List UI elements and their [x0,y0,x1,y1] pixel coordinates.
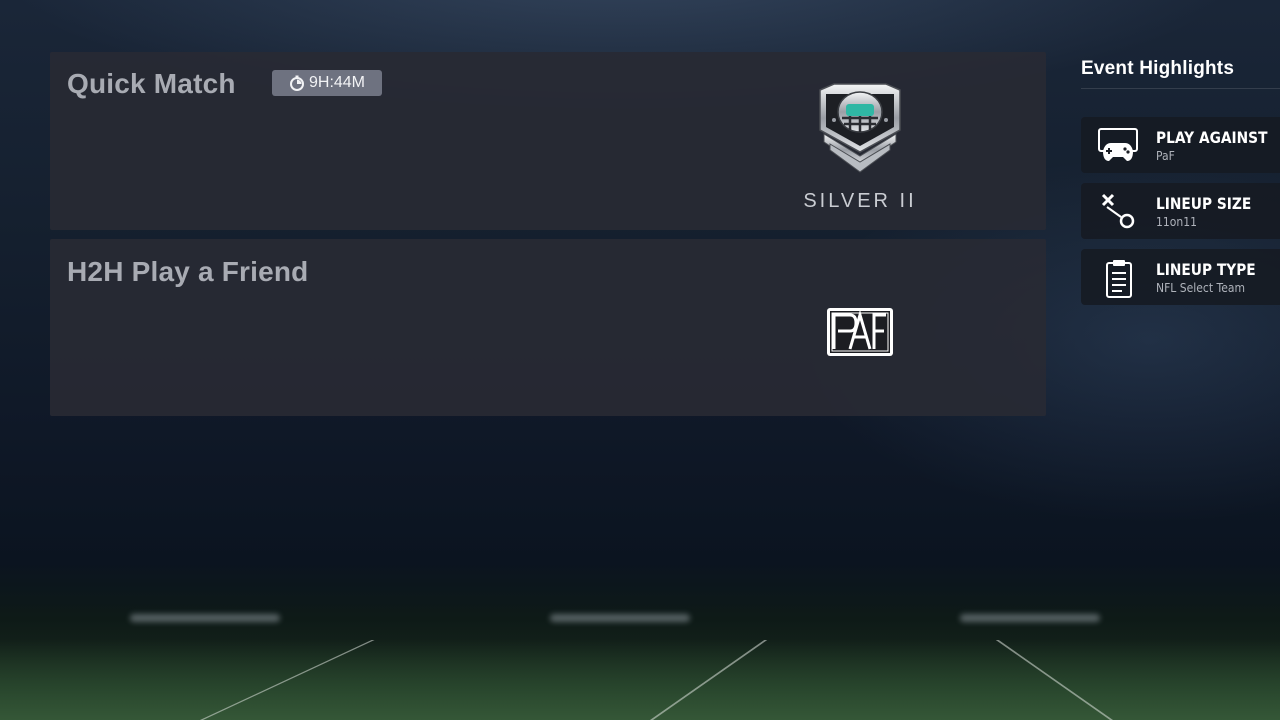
paf-logo-icon [827,308,893,356]
rank-label: SILVER II [803,190,917,212]
stopwatch-icon [289,75,304,91]
x-o-play-icon [1101,193,1135,229]
timer-badge: 9H:44M [272,70,382,96]
highlight-value: PaF [1156,149,1175,163]
event-highlights-heading: Event Highlights [1081,58,1235,79]
highlight-lineup-size[interactable]: LINEUP SIZE 11on11 [1081,183,1280,239]
highlight-play-against[interactable]: PLAY AGAINST PaF [1081,117,1280,173]
timer-text: 9H:44M [308,74,366,91]
clipboard-icon [1106,260,1132,298]
highlight-lineup-type[interactable]: LINEUP TYPE NFL Select Team [1081,249,1280,305]
event-title: H2H Play a Friend [67,256,309,287]
h2h-play-a-friend-card[interactable]: H2H Play a Friend [50,239,1046,416]
highlight-label: LINEUP TYPE [1156,260,1256,279]
divider [1081,88,1280,89]
highlight-value: NFL Select Team [1156,281,1246,295]
highlight-label: LINEUP SIZE [1156,194,1252,213]
field-turf [0,640,1280,720]
stadium-lights [0,600,1280,640]
quick-match-card[interactable]: Quick Match 9H:44M SILVER II [50,52,1046,230]
event-title: Quick Match [67,68,236,99]
highlight-label: PLAY AGAINST [1156,128,1268,147]
silver-rank-emblem-icon [819,83,901,173]
controller-icon [1098,128,1138,161]
highlight-value: 11on11 [1156,215,1197,229]
